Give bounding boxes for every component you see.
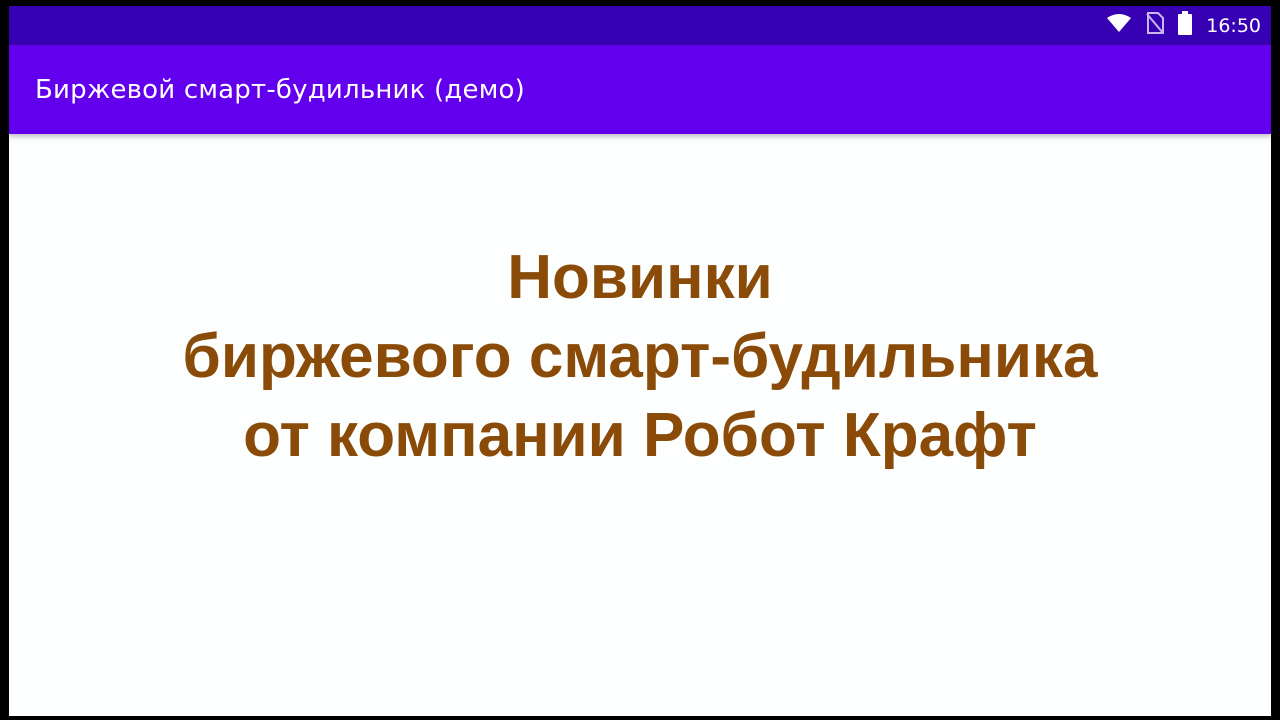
headline-line-1: Новинки	[507, 243, 773, 312]
main-content: Новинки биржевого смарт-будильника от ко…	[9, 134, 1271, 716]
app-bar: Биржевой смарт-будильник (демо)	[9, 45, 1271, 134]
headline: Новинки биржевого смарт-будильника от ко…	[183, 238, 1098, 475]
device-screen: 16:50 Биржевой смарт-будильник (демо) Но…	[9, 6, 1271, 716]
no-sim-icon	[1146, 12, 1165, 39]
wifi-icon	[1106, 13, 1132, 38]
headline-line-2: биржевого смарт-будильника	[182, 322, 1098, 391]
headline-line-3: от компании Робот Крафт	[243, 401, 1037, 470]
clock-time: 16:50	[1206, 14, 1261, 37]
app-title: Биржевой смарт-будильник (демо)	[35, 74, 526, 105]
battery-icon	[1178, 11, 1193, 40]
status-bar: 16:50	[9, 6, 1271, 45]
